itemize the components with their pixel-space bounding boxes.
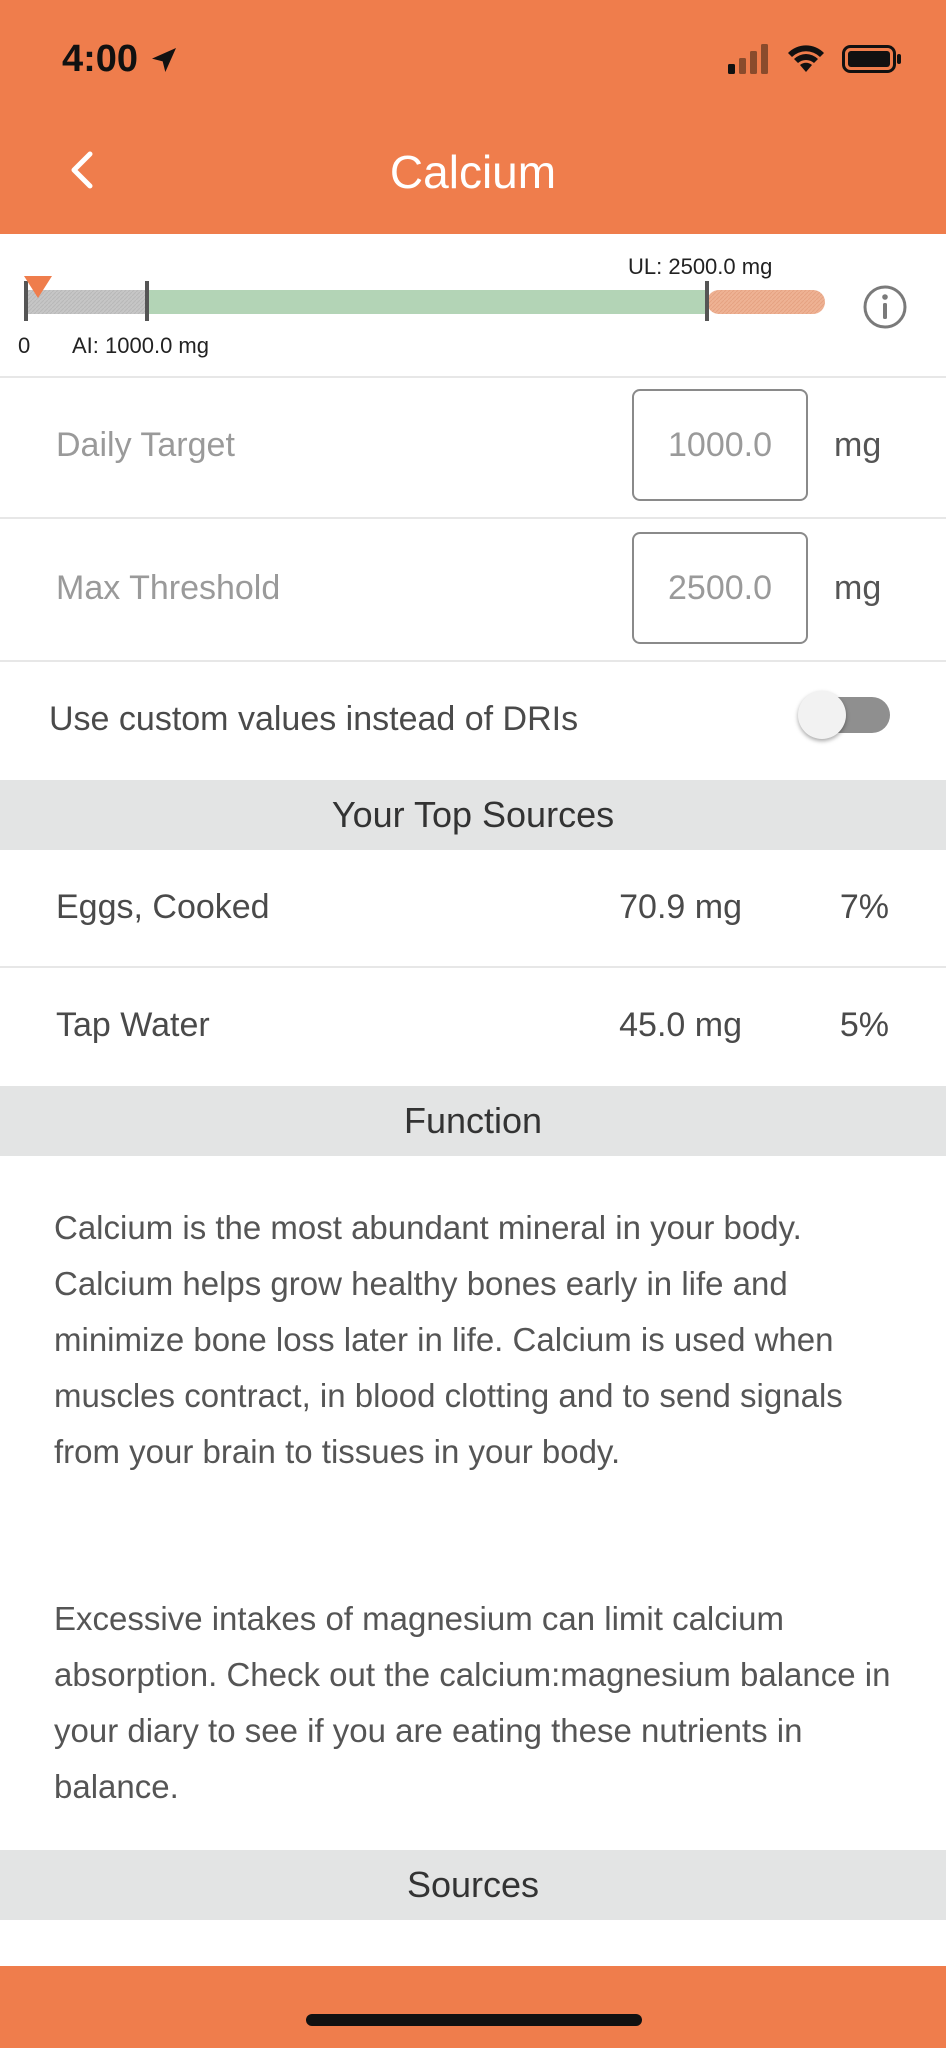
gauge-segment-below <box>25 290 147 314</box>
app-header: 4:00 Calcium <box>0 0 946 234</box>
gauge-tick-ai <box>145 281 149 321</box>
custom-values-label: Use custom values instead of DRIs <box>49 700 579 738</box>
sources-heading: Sources <box>0 1850 946 1920</box>
source-amount: 70.9 mg <box>619 888 742 926</box>
source-percent: 7% <box>839 888 889 926</box>
function-paragraph: Calcium is the most abundant mineral in … <box>54 1209 843 1470</box>
cellular-signal-icon <box>728 44 768 74</box>
status-indicators <box>728 44 902 74</box>
toggle-knob <box>798 691 846 739</box>
max-threshold-row: Max Threshold 2500.0 mg <box>0 519 946 662</box>
location-arrow-icon <box>152 47 177 72</box>
battery-icon <box>842 45 901 73</box>
bottom-bar <box>0 1966 946 2048</box>
source-amount: 45.0 mg <box>619 1006 742 1044</box>
source-row[interactable]: Tap Water 45.0 mg 5% <box>0 968 946 1084</box>
max-threshold-unit: mg <box>834 569 882 607</box>
status-time: 4:00 <box>62 38 180 81</box>
gauge-tick-ul <box>705 281 709 321</box>
max-threshold-label: Max Threshold <box>56 569 281 607</box>
daily-target-unit: mg <box>834 426 882 464</box>
source-name: Eggs, Cooked <box>56 888 270 926</box>
status-time-text: 4:00 <box>62 38 139 80</box>
page-title: Calcium <box>389 146 557 198</box>
daily-target-row: Daily Target 1000.0 mg <box>0 376 946 519</box>
info-icon[interactable] <box>862 284 908 330</box>
gauge-ai-label: AI: 1000.0 mg <box>72 333 209 358</box>
custom-values-toggle[interactable] <box>798 691 890 739</box>
wifi-icon <box>788 45 824 72</box>
gauge-segment-above <box>707 290 825 314</box>
daily-target-label: Daily Target <box>56 426 235 464</box>
gauge-tick-zero <box>24 281 28 321</box>
home-indicator[interactable] <box>306 2014 642 2026</box>
gauge-segment-adequate <box>147 290 707 314</box>
function-heading: Function <box>0 1086 946 1156</box>
daily-target-input[interactable]: 1000.0 <box>632 389 808 501</box>
top-sources-heading: Your Top Sources <box>0 780 946 850</box>
source-name: Tap Water <box>56 1006 210 1044</box>
custom-values-row: Use custom values instead of DRIs <box>0 662 946 780</box>
source-row[interactable]: Eggs, Cooked 70.9 mg 7% <box>0 850 946 968</box>
function-paragraph: Excessive intakes of magnesium can limit… <box>54 1600 891 1805</box>
intake-gauge: UL: 2500.0 mg 0 AI: 1000.0 mg <box>0 236 946 378</box>
max-threshold-input[interactable]: 2500.0 <box>632 532 808 644</box>
source-percent: 5% <box>839 1006 889 1044</box>
gauge-zero-label: 0 <box>18 333 31 358</box>
